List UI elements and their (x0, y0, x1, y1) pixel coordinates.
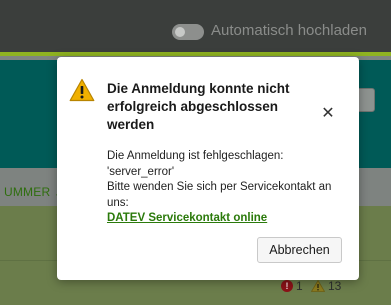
warning-icon (69, 78, 95, 102)
app-header: Automatisch hochladen (0, 0, 391, 56)
login-error-dialog: Die Anmeldung konnte nicht erfolgreich a… (57, 57, 359, 280)
error-count[interactable]: ! 1 (281, 279, 303, 293)
message-line: Die Anmeldung ist fehlgeschlagen: (107, 150, 284, 162)
error-count-value: 1 (296, 279, 303, 293)
message-line: Bitte wenden Sie sich per Servicekontakt… (107, 181, 332, 209)
error-code-line: 'server_error' (107, 165, 175, 178)
dialog-title: Die Anmeldung konnte nicht erfolgreich a… (107, 81, 290, 132)
auto-upload-label: Automatisch hochladen (211, 22, 367, 39)
dialog-message: Die Anmeldung ist fehlgeschlagen: 'serve… (107, 149, 347, 227)
column-header-label: UMMER (4, 185, 51, 199)
warning-count-value: 13 (328, 279, 342, 293)
warning-count[interactable]: 13 (311, 279, 341, 293)
toggle-knob (175, 27, 185, 37)
error-icon: ! (281, 280, 293, 292)
cancel-button[interactable]: Abbrechen (257, 237, 342, 263)
warning-small-icon (311, 280, 325, 292)
close-icon[interactable]: ✕ (316, 102, 340, 126)
column-header-nummer[interactable]: UMMER↓ (4, 184, 61, 199)
auto-upload-toggle[interactable] (172, 24, 204, 40)
service-contact-link[interactable]: DATEV Servicekontakt online (107, 211, 347, 227)
